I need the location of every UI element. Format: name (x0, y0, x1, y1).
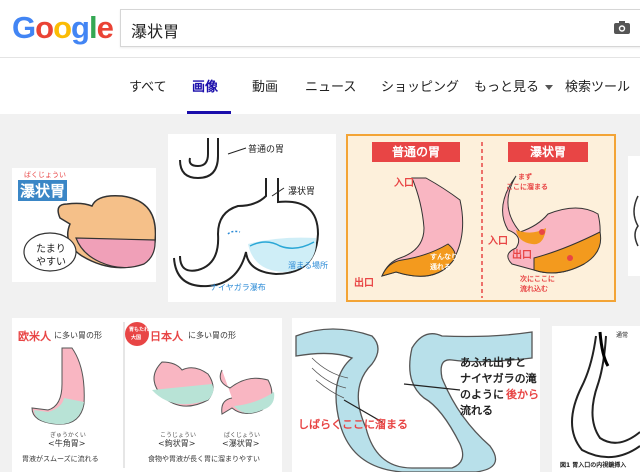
image-result[interactable]: 欧米人 に多い胃の形 日本人 に多い胃の形 胃もたれ 大国 ぎゅうかくい <牛角… (12, 318, 282, 472)
label: 食物や胃液が長く胃に溜まりやすい (148, 455, 260, 463)
label: あふれ出すと (460, 356, 526, 369)
bubble-text: やすい (36, 257, 66, 268)
label: 日本人 (150, 330, 183, 343)
image-result[interactable]: 普通の胃 瀑状胃 溜まる場所 ナイヤガラ瀑布 (168, 134, 336, 302)
label: 瀑状胃 (288, 187, 316, 197)
label: 通常 (616, 332, 629, 339)
stomach-comparison-illustration (381, 142, 602, 298)
label: <瀑状胃> (222, 439, 260, 448)
label: 出口 (354, 278, 374, 289)
logo-letter: e (96, 10, 114, 45)
tab-news[interactable]: ニュース (305, 76, 356, 95)
label: 出口 (512, 250, 532, 261)
label: 次にここに (520, 275, 555, 283)
tab-all[interactable]: すべて (129, 76, 167, 95)
label: ナイヤガラ瀑布 (210, 283, 266, 292)
image-result[interactable]: 普通の胃 瀑状胃 入口 出口 すんなり 通れる 入口 出口 まず ここに溜まる … (346, 134, 616, 302)
label: 胃液がスムーズに流れる (22, 455, 99, 463)
label: <牛角胃> (48, 439, 86, 448)
label: まず (518, 173, 532, 181)
label: 欧米人 (18, 330, 51, 343)
label: 流れ込む (520, 285, 548, 293)
badge-text: 大国 (131, 335, 142, 341)
tab-more[interactable]: もっと見る (474, 76, 554, 95)
label: に多い胃の形 (188, 331, 236, 340)
chevron-down-icon (545, 85, 554, 90)
search-tabs: すべて 画像 動画 ニュース ショッピング もっと見る 検索ツール (0, 58, 640, 114)
badge-text: 胃もたれ (129, 327, 150, 333)
logo-letter: l (88, 10, 98, 45)
search-query-text[interactable]: 瀑状胃 (131, 18, 179, 42)
label: のように (460, 388, 504, 401)
logo-letter: g (71, 10, 90, 45)
search-input[interactable]: 瀑状胃 (120, 9, 640, 47)
logo-letter: o (35, 10, 54, 45)
label: 入口 (488, 236, 508, 247)
google-logo[interactable]: Google (12, 10, 114, 46)
logo-letter: o (53, 10, 72, 45)
google-image-search-page: Google 瀑状胃 すべて 画像 動画 ニュース ショッピング もっと見る 検… (0, 0, 640, 472)
label: ナイヤガラの滝 (460, 372, 537, 385)
tab-more-label: もっと見る (474, 80, 540, 95)
stomach-line-diagram (173, 138, 320, 288)
label: しばらくここに溜まる (298, 418, 408, 431)
image-result[interactable]: 通常 図1 胃入口の内視鏡挿入 (552, 326, 640, 472)
camera-icon[interactable] (613, 20, 631, 35)
logo-letter: G (12, 10, 36, 45)
tab-search-tools[interactable]: 検索ツール (565, 76, 630, 95)
tab-videos[interactable]: 動画 (252, 76, 278, 95)
header: Google 瀑状胃 (0, 0, 640, 58)
image-results-grid: ばくじょうい 瀑状胃 たまり やすい 普通の胃 瀑状胃 溜まる場所 ナイヤガラ瀑… (0, 114, 640, 472)
label: 普通の胃 (248, 145, 285, 155)
image-result[interactable] (628, 156, 640, 276)
tab-images[interactable]: 画像 (192, 76, 218, 95)
label: ここに溜まる (506, 183, 548, 191)
label: に多い胃の形 (54, 331, 102, 340)
label: <鉤状胃> (158, 439, 196, 448)
image-result[interactable]: あふれ出すと ナイヤガラの滝 のように 後から 流れる しばらくここに溜まる (292, 318, 540, 472)
endoscopy-illustration (571, 331, 640, 459)
label: 後から (506, 388, 539, 401)
label: すんなり (430, 253, 458, 261)
stomach-illustration (23, 194, 156, 272)
partial-illustration (633, 195, 639, 247)
label: 溜まる場所 (288, 261, 328, 270)
tab-shopping[interactable]: ショッピング (381, 76, 459, 95)
image-result[interactable]: ばくじょうい 瀑状胃 たまり やすい (12, 168, 156, 282)
label: 流れる (460, 404, 493, 417)
label: 通れる (430, 263, 451, 271)
label: 入口 (394, 178, 414, 189)
figure-caption: 図1 胃入口の内視鏡挿入 (560, 462, 627, 469)
